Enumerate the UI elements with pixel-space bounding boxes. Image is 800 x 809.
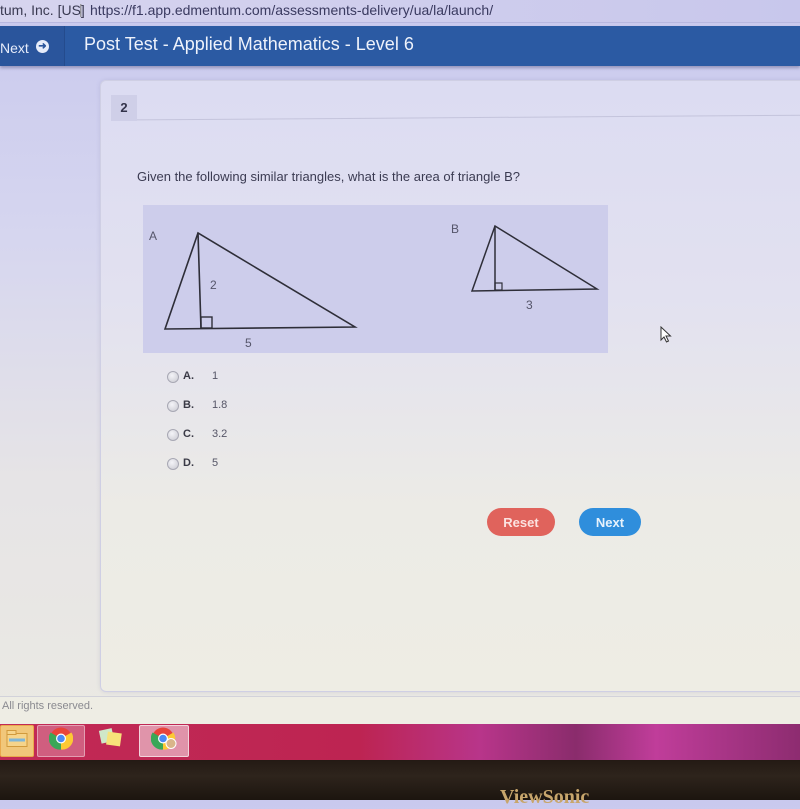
browser-address-bar: tum, Inc. [US] | https://f1.app.edmentum… [0, 0, 800, 23]
option-letter: C. [183, 428, 194, 440]
sticky-notes-icon [98, 727, 124, 754]
chrome-icon [48, 727, 74, 756]
separator: | [79, 1, 83, 17]
chrome-icon [150, 727, 177, 756]
nav-next-button[interactable]: Next ➜ [0, 26, 65, 66]
radio-button[interactable] [167, 429, 179, 441]
question-panel: 2 Given the following similar triangles,… [100, 80, 800, 692]
option-b[interactable]: B. 1.8 [167, 398, 287, 427]
divider [137, 114, 800, 121]
page-title: Post Test - Applied Mathematics - Level … [84, 34, 414, 54]
triangle-a: A 2 5 [149, 229, 358, 350]
taskbar-file-explorer[interactable] [0, 725, 34, 757]
monitor-brand: ViewSonic [500, 786, 590, 808]
page-footer: All rights reserved. [0, 696, 800, 727]
taskbar-sticky-notes[interactable] [88, 725, 134, 755]
option-value: 1.8 [212, 399, 228, 411]
option-letter: D. [183, 457, 194, 469]
triangles-figure: A 2 5 B 3 [143, 205, 608, 353]
taskbar-chrome-profile[interactable] [139, 725, 189, 757]
question-text: Given the following similar triangles, w… [137, 169, 520, 184]
site-identity: tum, Inc. [US] [0, 2, 85, 18]
option-value: 3.2 [212, 428, 228, 440]
triangle-a-height [197, 232, 202, 330]
folder-icon [6, 730, 28, 753]
nav-next-label: Next [0, 40, 29, 56]
triangle-b: B 3 [451, 222, 600, 312]
option-letter: A. [183, 370, 194, 382]
triangle-b-shape [470, 224, 600, 292]
triangle-a-right-angle [200, 316, 213, 329]
option-a[interactable]: A. 1 [167, 369, 287, 398]
monitor-bezel: ViewSonic [0, 760, 800, 808]
option-c[interactable]: C. 3.2 [167, 427, 287, 456]
copyright-text: All rights reserved. [2, 700, 94, 712]
url-field[interactable]: https://f1.app.edmentum.com/assessments-… [90, 1, 493, 19]
mouse-cursor-icon [660, 325, 674, 349]
answer-options: A. 1 B. 1.8 C. 3.2 D. 5 [167, 369, 287, 485]
option-letter: B. [183, 399, 194, 411]
arrow-right-circle-icon: ➜ [36, 40, 49, 53]
question-number: 2 [111, 95, 137, 121]
radio-button[interactable] [167, 371, 179, 383]
taskbar [0, 724, 800, 760]
reset-button[interactable]: Reset [487, 508, 555, 536]
triangle-a-label: A [149, 229, 157, 243]
top-nav-bar: Next ➜ Post Test - Applied Mathematics -… [0, 26, 800, 66]
triangles-svg: A 2 5 B 3 [149, 222, 600, 350]
triangle-a-height-label: 2 [210, 278, 217, 292]
option-d[interactable]: D. 5 [167, 456, 287, 485]
triangle-b-base-label: 3 [526, 298, 533, 312]
option-value: 1 [212, 370, 219, 382]
option-value: 5 [212, 457, 219, 469]
triangle-b-right-angle [494, 282, 503, 291]
next-button[interactable]: Next [579, 508, 641, 536]
radio-button[interactable] [167, 400, 179, 412]
radio-button[interactable] [167, 458, 179, 470]
triangle-a-base-label: 5 [245, 336, 252, 350]
triangle-a-shape [163, 231, 358, 330]
taskbar-chrome[interactable] [37, 725, 85, 757]
triangle-b-label: B [451, 222, 459, 236]
